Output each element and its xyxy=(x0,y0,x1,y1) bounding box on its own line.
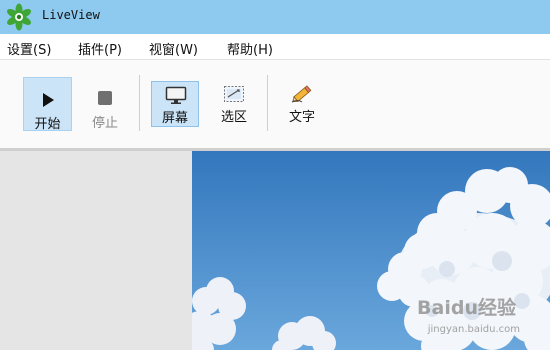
side-panel xyxy=(0,151,192,350)
stop-icon xyxy=(98,91,112,105)
toolbar-separator xyxy=(139,75,140,131)
region-button[interactable]: 选区 xyxy=(210,81,258,127)
monitor-icon xyxy=(165,86,187,104)
watermark-url: jingyan.baidu.com xyxy=(427,324,520,335)
start-button[interactable]: 开始 xyxy=(23,77,72,132)
live-preview[interactable]: Baidu经验 jingyan.baidu.com xyxy=(192,151,550,350)
screen-label: 屏幕 xyxy=(161,111,188,126)
menu-plugins[interactable]: 插件(P) xyxy=(78,39,122,58)
menu-window[interactable]: 视窗(W) xyxy=(149,39,198,58)
window-title: LiveView xyxy=(42,8,100,22)
start-label: 开始 xyxy=(34,117,61,132)
menu-settings[interactable]: 设置(S) xyxy=(7,39,51,58)
menu-bar: 设置(S) 插件(P) 视窗(W) 帮助(H) xyxy=(0,34,550,60)
text-label: 文字 xyxy=(288,110,315,125)
play-icon xyxy=(43,93,54,107)
screen-button[interactable]: 屏幕 xyxy=(151,81,199,127)
toolbar: 开始 停止 屏幕 选区 文字 xyxy=(0,60,550,148)
menu-help[interactable]: 帮助(H) xyxy=(227,39,273,58)
title-bar: LiveView xyxy=(0,0,550,34)
preview-image xyxy=(192,151,550,350)
stop-label: 停止 xyxy=(91,116,118,131)
toolbar-separator xyxy=(267,75,268,131)
region-select-icon xyxy=(224,86,244,102)
region-label: 选区 xyxy=(220,110,247,125)
app-logo-icon xyxy=(7,3,31,31)
watermark: Baidu经验 xyxy=(417,297,516,319)
text-button[interactable]: 文字 xyxy=(278,81,326,127)
stop-button[interactable]: 停止 xyxy=(82,77,128,131)
pencil-icon xyxy=(291,85,312,103)
